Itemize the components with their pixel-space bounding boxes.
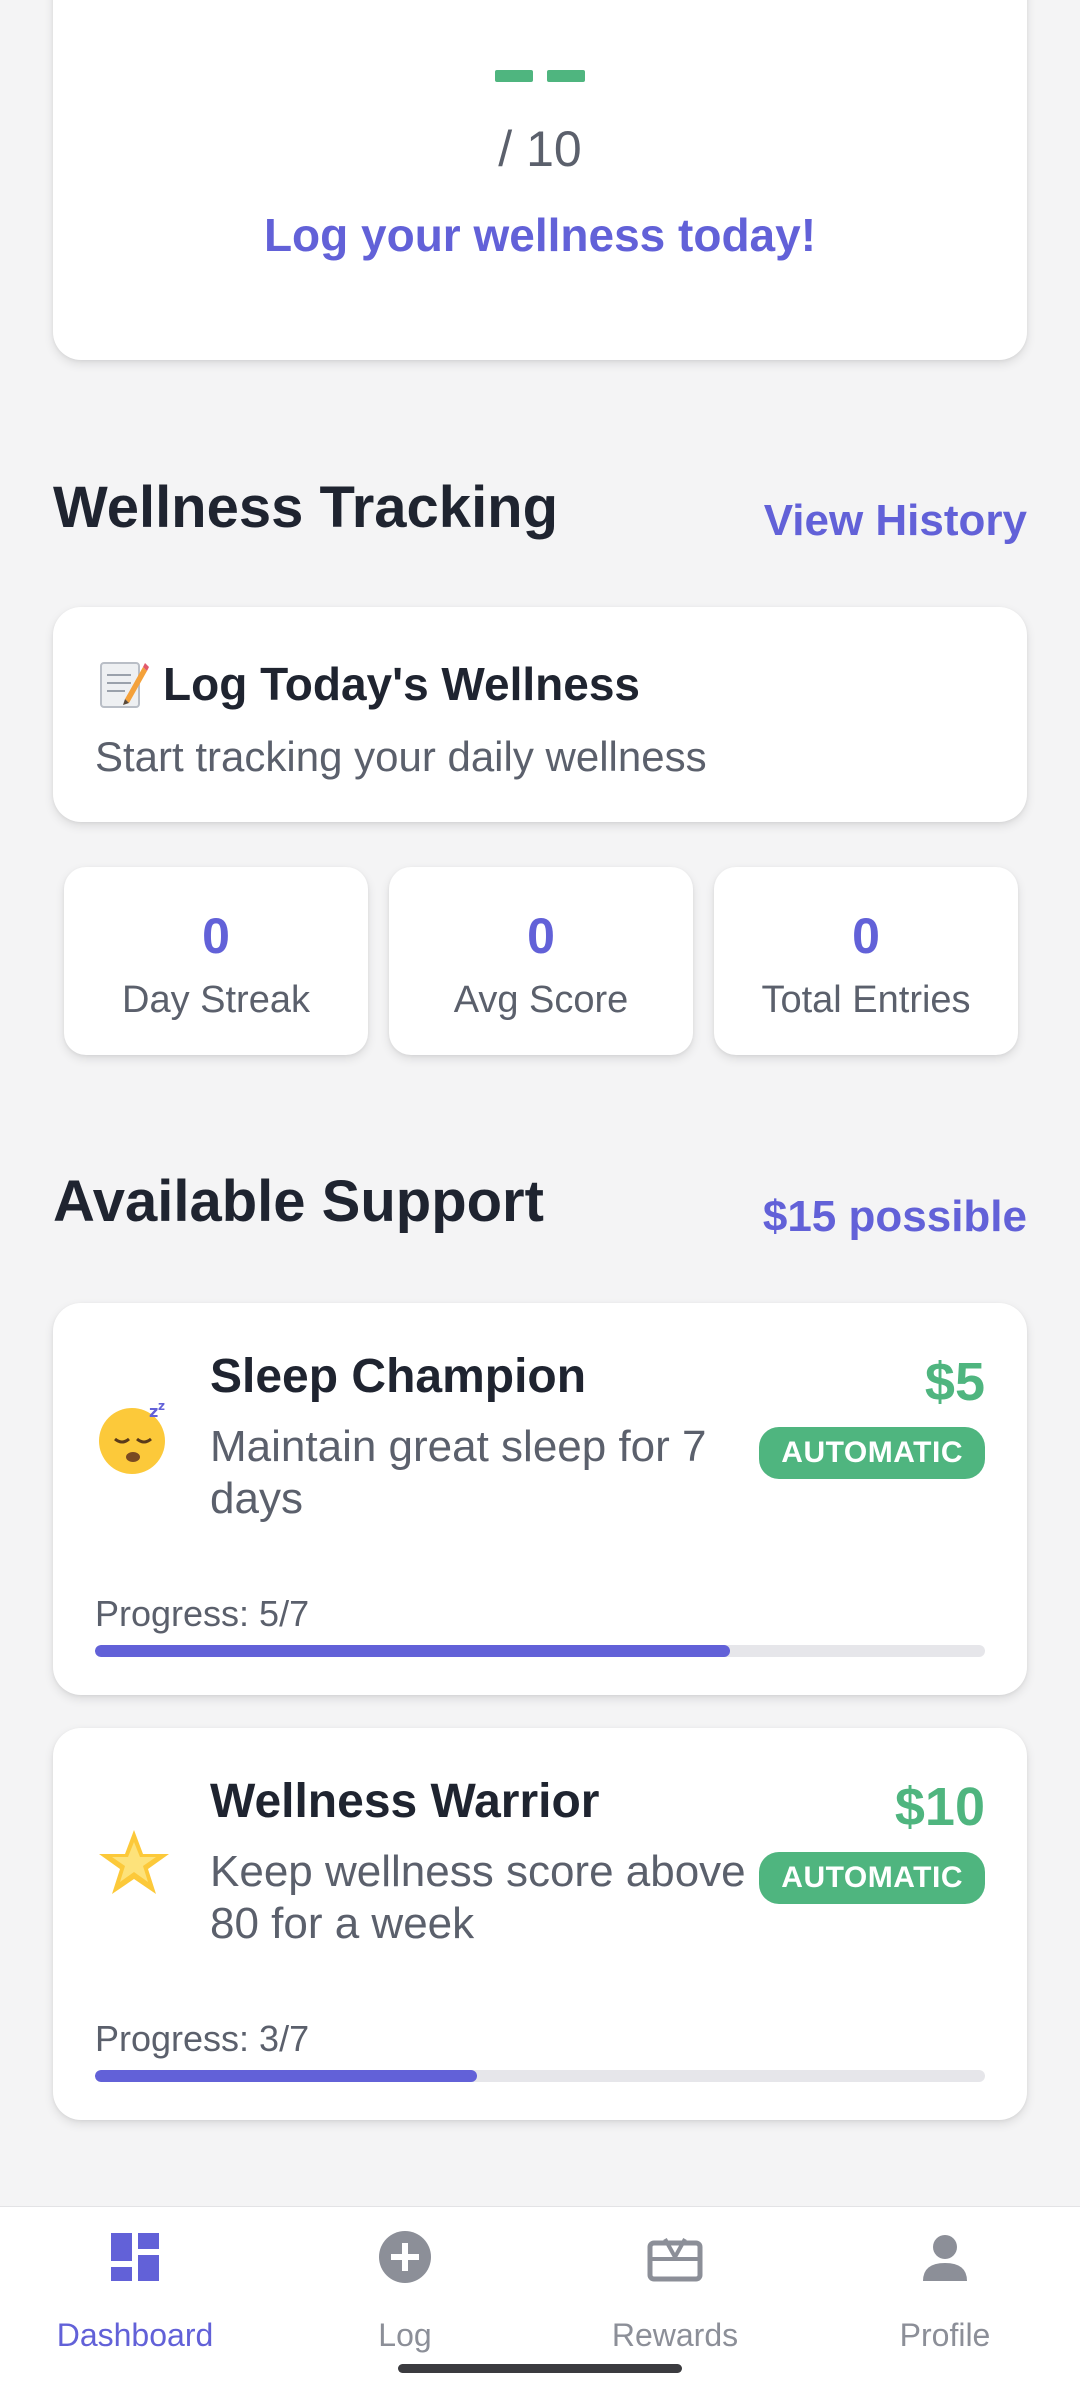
support-description: Keep wellness score above 80 for a week [210,1847,746,1948]
log-card-subtitle: Start tracking your daily wellness [95,733,707,780]
possible-amount: $15 possible [762,1192,1027,1241]
support-card-wellness-warrior[interactable]: Wellness Warrior Keep wellness score abo… [53,1728,1027,2120]
support-title: Wellness Warrior [210,1775,600,1828]
support-amount: $10 [894,1777,985,1837]
support-title: Sleep Champion [210,1350,587,1403]
stat-label: Total Entries [761,979,971,1021]
stat-value: 0 [852,908,880,964]
gift-card-icon [647,2238,703,2282]
nav-dashboard[interactable]: Dashboard [0,2207,270,2387]
stat-day-streak: 0 Day Streak [64,867,368,1055]
automatic-badge: AUTOMATIC [759,1852,985,1904]
progress-bar [95,1645,985,1657]
progress-label: Progress: 3/7 [95,2018,310,2059]
sleeping-face-icon: z z [99,1399,165,1474]
wellness-tracking-title: Wellness Tracking [53,475,559,540]
stat-total-entries: 0 Total Entries [714,867,1018,1055]
score-denominator: / 10 [498,121,582,177]
score-placeholder [53,70,1027,82]
home-indicator[interactable] [398,2364,682,2373]
support-amount: $5 [924,1352,985,1412]
automatic-badge: AUTOMATIC [759,1427,985,1479]
progress-fill [95,2070,477,2082]
stat-value: 0 [202,908,230,964]
view-history-link[interactable]: View History [764,496,1027,546]
add-circle-icon [379,2231,431,2283]
svg-text:z: z [149,1402,158,1421]
nav-label: Log [378,2317,432,2353]
nav-log[interactable]: Log [270,2207,540,2387]
stat-value: 0 [527,908,555,964]
svg-text:z: z [158,1399,165,1413]
memo-icon [100,662,149,708]
available-support-title: Available Support [53,1169,544,1234]
nav-label: Rewards [611,2317,739,2353]
nav-label: Profile [899,2317,991,2353]
nav-label: Dashboard [56,2317,214,2353]
stat-label: Avg Score [453,979,629,1021]
log-today-card[interactable]: Log Today's Wellness Start tracking your… [53,607,1027,822]
progress-fill [95,1645,731,1657]
person-icon [923,2235,967,2281]
nav-rewards[interactable]: Rewards [540,2207,810,2387]
progress-label: Progress: 5/7 [95,1593,310,1634]
nav-profile[interactable]: Profile [810,2207,1080,2387]
wellness-score-card[interactable]: / 10 Log your wellness today! [53,0,1027,360]
progress-bar [95,2070,985,2082]
support-card-sleep-champion[interactable]: z z Sleep Champion Maintain great sleep … [53,1303,1027,1695]
dashboard-icon [111,2233,159,2281]
stat-avg-score: 0 Avg Score [389,867,693,1055]
stat-label: Day Streak [122,979,310,1021]
log-wellness-link[interactable]: Log your wellness today! [53,208,1027,262]
log-card-title: Log Today's Wellness [163,658,641,710]
star-icon [99,1830,169,1894]
support-description: Maintain great sleep for 7 days [210,1422,707,1523]
